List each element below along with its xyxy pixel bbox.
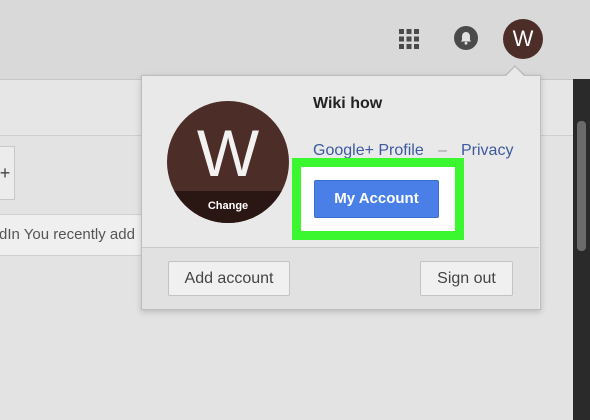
profile-avatar-letter: W xyxy=(196,116,260,190)
recent-notice: dIn You recently add xyxy=(0,214,150,256)
add-tab-button[interactable]: + xyxy=(0,146,15,200)
change-photo-button[interactable]: Change xyxy=(167,191,289,223)
scrollbar-thumb[interactable] xyxy=(577,121,586,251)
popup-caret-fill xyxy=(505,67,525,77)
scrollbar[interactable] xyxy=(573,79,590,420)
apps-grid-icon[interactable] xyxy=(399,29,419,49)
my-account-button[interactable]: My Account xyxy=(314,180,439,218)
top-bar: W xyxy=(0,0,590,80)
user-name: Wiki how xyxy=(313,95,383,112)
add-account-button[interactable]: Add account xyxy=(168,261,290,296)
profile-avatar[interactable]: W Change xyxy=(167,101,289,223)
privacy-link[interactable]: Privacy xyxy=(461,142,513,160)
bell-icon[interactable] xyxy=(454,26,478,50)
sign-out-button[interactable]: Sign out xyxy=(420,261,513,296)
account-avatar-button[interactable]: W xyxy=(503,19,543,59)
recent-notice-text: dIn You recently add xyxy=(0,226,135,243)
